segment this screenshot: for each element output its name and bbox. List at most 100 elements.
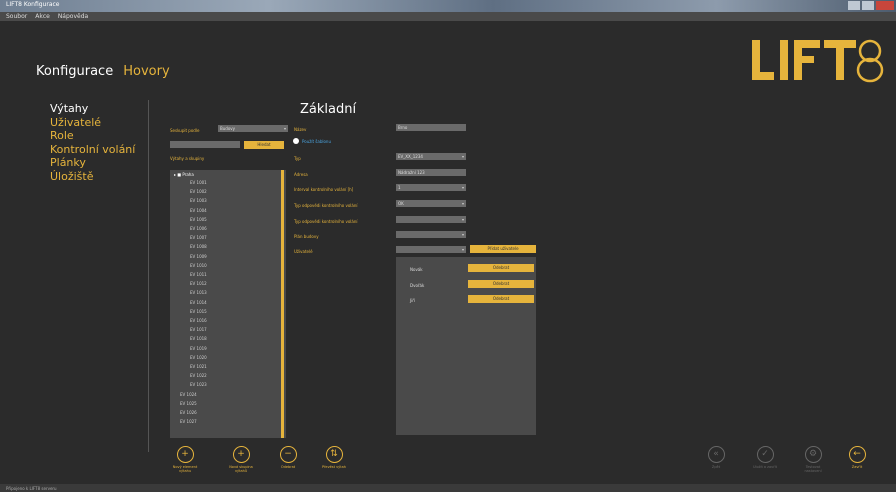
- title-bar: LIFT8 Konfigurace: [0, 0, 896, 12]
- tree-item[interactable]: EV 1007: [190, 235, 306, 240]
- back-label: Zpět: [711, 465, 721, 469]
- plus-icon: +: [176, 446, 194, 463]
- tree-item[interactable]: EV 1019: [190, 346, 306, 351]
- sidebar-item-uzivatele[interactable]: Uživatelé: [50, 116, 135, 130]
- main-tabs: Konfigurace Hovory: [36, 64, 170, 79]
- tree-item[interactable]: EV 1004: [190, 208, 306, 213]
- new-elevator-button[interactable]: + Nový element výtahu: [170, 446, 200, 473]
- chevron-down-icon: ▾: [461, 201, 464, 206]
- info-icon: [293, 138, 299, 144]
- menu-item-actions[interactable]: Akce: [35, 12, 50, 21]
- tree-item[interactable]: EV 1005: [190, 217, 306, 222]
- group-by-value: Budovy: [220, 126, 235, 131]
- back-button[interactable]: « Zpět: [704, 446, 728, 469]
- tree-root-label: Praha: [182, 172, 194, 177]
- tree-item[interactable]: EV 1016: [190, 318, 306, 323]
- menu-item-file[interactable]: Soubor: [6, 12, 27, 21]
- window-controls: [848, 1, 894, 10]
- chevron-down-icon: ▾: [461, 154, 464, 159]
- tree-item[interactable]: EV 1017: [190, 327, 306, 332]
- sidebar-item-kontrolni-volani[interactable]: Kontrolní volání: [50, 143, 135, 157]
- chevron-down-icon: ▾: [461, 232, 464, 237]
- remove-user-button[interactable]: Odebrat: [468, 295, 534, 303]
- add-user-button[interactable]: Přidat uživatele: [470, 245, 536, 253]
- close-button[interactable]: [876, 1, 894, 10]
- tab-konfigurace[interactable]: Konfigurace: [36, 64, 113, 79]
- tree-item[interactable]: EV 1022: [190, 373, 306, 378]
- tree-item[interactable]: EV 1015: [190, 309, 306, 314]
- window-title: LIFT8 Konfigurace: [6, 1, 60, 8]
- tree-item[interactable]: EV 1020: [190, 355, 306, 360]
- search-input[interactable]: [170, 141, 240, 148]
- wrench-icon: ⚙: [804, 446, 822, 463]
- field-typ[interactable]: EV_XX_1234 ▾: [396, 153, 466, 160]
- field-interval-value: 1: [398, 185, 401, 190]
- user-name: Jiří: [410, 298, 416, 303]
- tree-item[interactable]: EV 1024: [180, 392, 296, 397]
- sidebar-item-vytahy[interactable]: Výtahy: [50, 102, 135, 116]
- tree-item[interactable]: EV 1008: [190, 244, 306, 249]
- minimize-button[interactable]: [848, 1, 860, 10]
- field-adresa[interactable]: Nádražní 123: [396, 169, 466, 176]
- field-interval[interactable]: 1 ▾: [396, 184, 466, 191]
- save-close-button[interactable]: ✓ Uložit a zavřít: [748, 446, 782, 469]
- search-button[interactable]: Hledat: [244, 141, 284, 149]
- sidebar-nav: Výtahy Uživatelé Role Kontrolní volání P…: [50, 102, 135, 183]
- sidebar-item-role[interactable]: Role: [50, 129, 135, 143]
- plus-icon: +: [232, 446, 250, 463]
- tree-item[interactable]: EV 1027: [180, 419, 296, 424]
- close-view-button[interactable]: ← Zavřít: [844, 446, 870, 469]
- new-group-button[interactable]: + Nová skupina výtahů: [226, 446, 256, 473]
- field-label-uzivatele: Uživatelé: [294, 249, 313, 254]
- tab-hovory[interactable]: Hovory: [123, 64, 169, 79]
- tree-item[interactable]: EV 1010: [190, 263, 306, 268]
- menu-bar: Soubor Akce Nápověda: [0, 12, 896, 21]
- folder-icon: ■: [177, 172, 182, 177]
- maximize-button[interactable]: [862, 1, 874, 10]
- template-link[interactable]: Použít šablonu: [302, 139, 331, 144]
- tree-item[interactable]: EV 1003: [190, 198, 306, 203]
- tree-item[interactable]: EV 1011: [190, 272, 306, 277]
- tree-item[interactable]: EV 1021: [190, 364, 306, 369]
- field-nazev[interactable]: Brno: [396, 124, 466, 131]
- field-odpoved-2[interactable]: ▾: [396, 216, 466, 223]
- elevator-tree[interactable]: ▸ ■ Praha EV 1001 EV 1002 EV 1003 EV 1004 EV…: [170, 170, 286, 438]
- sidebar-item-uloziste[interactable]: Úložiště: [50, 170, 135, 184]
- tree-item[interactable]: EV 1006: [190, 226, 306, 231]
- minus-icon: −: [279, 446, 297, 463]
- save-close-label: Uložit a zavřít: [752, 465, 778, 469]
- tree-item[interactable]: EV 1018: [190, 336, 306, 341]
- tree-item[interactable]: EV 1014: [190, 300, 306, 305]
- chevron-down-icon: ▾: [461, 185, 464, 190]
- group-by-select[interactable]: Budovy ▾: [218, 125, 288, 132]
- test-settings-button[interactable]: ⚙ Testovat nastavení: [798, 446, 828, 473]
- field-odpoved-1-value: OK: [398, 201, 404, 206]
- field-label-interval: Interval kontrolního volání [h]: [294, 187, 354, 192]
- tree-item[interactable]: EV 1026: [180, 410, 296, 415]
- tree-item[interactable]: EV 1013: [190, 290, 306, 295]
- user-name: Dvořák: [410, 283, 425, 288]
- remove-user-button[interactable]: Odebrat: [468, 280, 534, 288]
- tree-item[interactable]: EV 1025: [180, 401, 296, 406]
- field-odpoved-1[interactable]: OK ▾: [396, 200, 466, 207]
- tree-item[interactable]: EV 1012: [190, 281, 306, 286]
- tree-item[interactable]: EV 1002: [190, 189, 306, 194]
- field-plan[interactable]: ▾: [396, 231, 466, 238]
- remove-user-button[interactable]: Odebrat: [468, 264, 534, 272]
- remove-button[interactable]: − Odebrat: [276, 446, 300, 469]
- field-label-adresa: Adresa: [294, 172, 308, 177]
- tree-root[interactable]: ▸ ■ Praha: [174, 172, 194, 177]
- tree-item[interactable]: EV 1023: [190, 382, 306, 387]
- chevron-down-icon: ▾: [461, 247, 464, 252]
- field-uzivatele[interactable]: ▾: [396, 246, 466, 253]
- menu-item-help[interactable]: Nápověda: [58, 12, 88, 21]
- field-label-typ: Typ: [294, 156, 301, 161]
- tree-item[interactable]: EV 1009: [190, 254, 306, 259]
- test-settings-label: Testovat nastavení: [804, 465, 822, 473]
- convert-elevator-button[interactable]: ⇅ Převést výtah: [316, 446, 352, 469]
- tree-item[interactable]: EV 1001: [190, 180, 306, 185]
- remove-label: Odebrat: [280, 465, 296, 469]
- group-by-label: Seskupit podle: [170, 128, 200, 133]
- field-label-nazev: Název: [294, 127, 307, 132]
- sidebar-item-planky[interactable]: Plánky: [50, 156, 135, 170]
